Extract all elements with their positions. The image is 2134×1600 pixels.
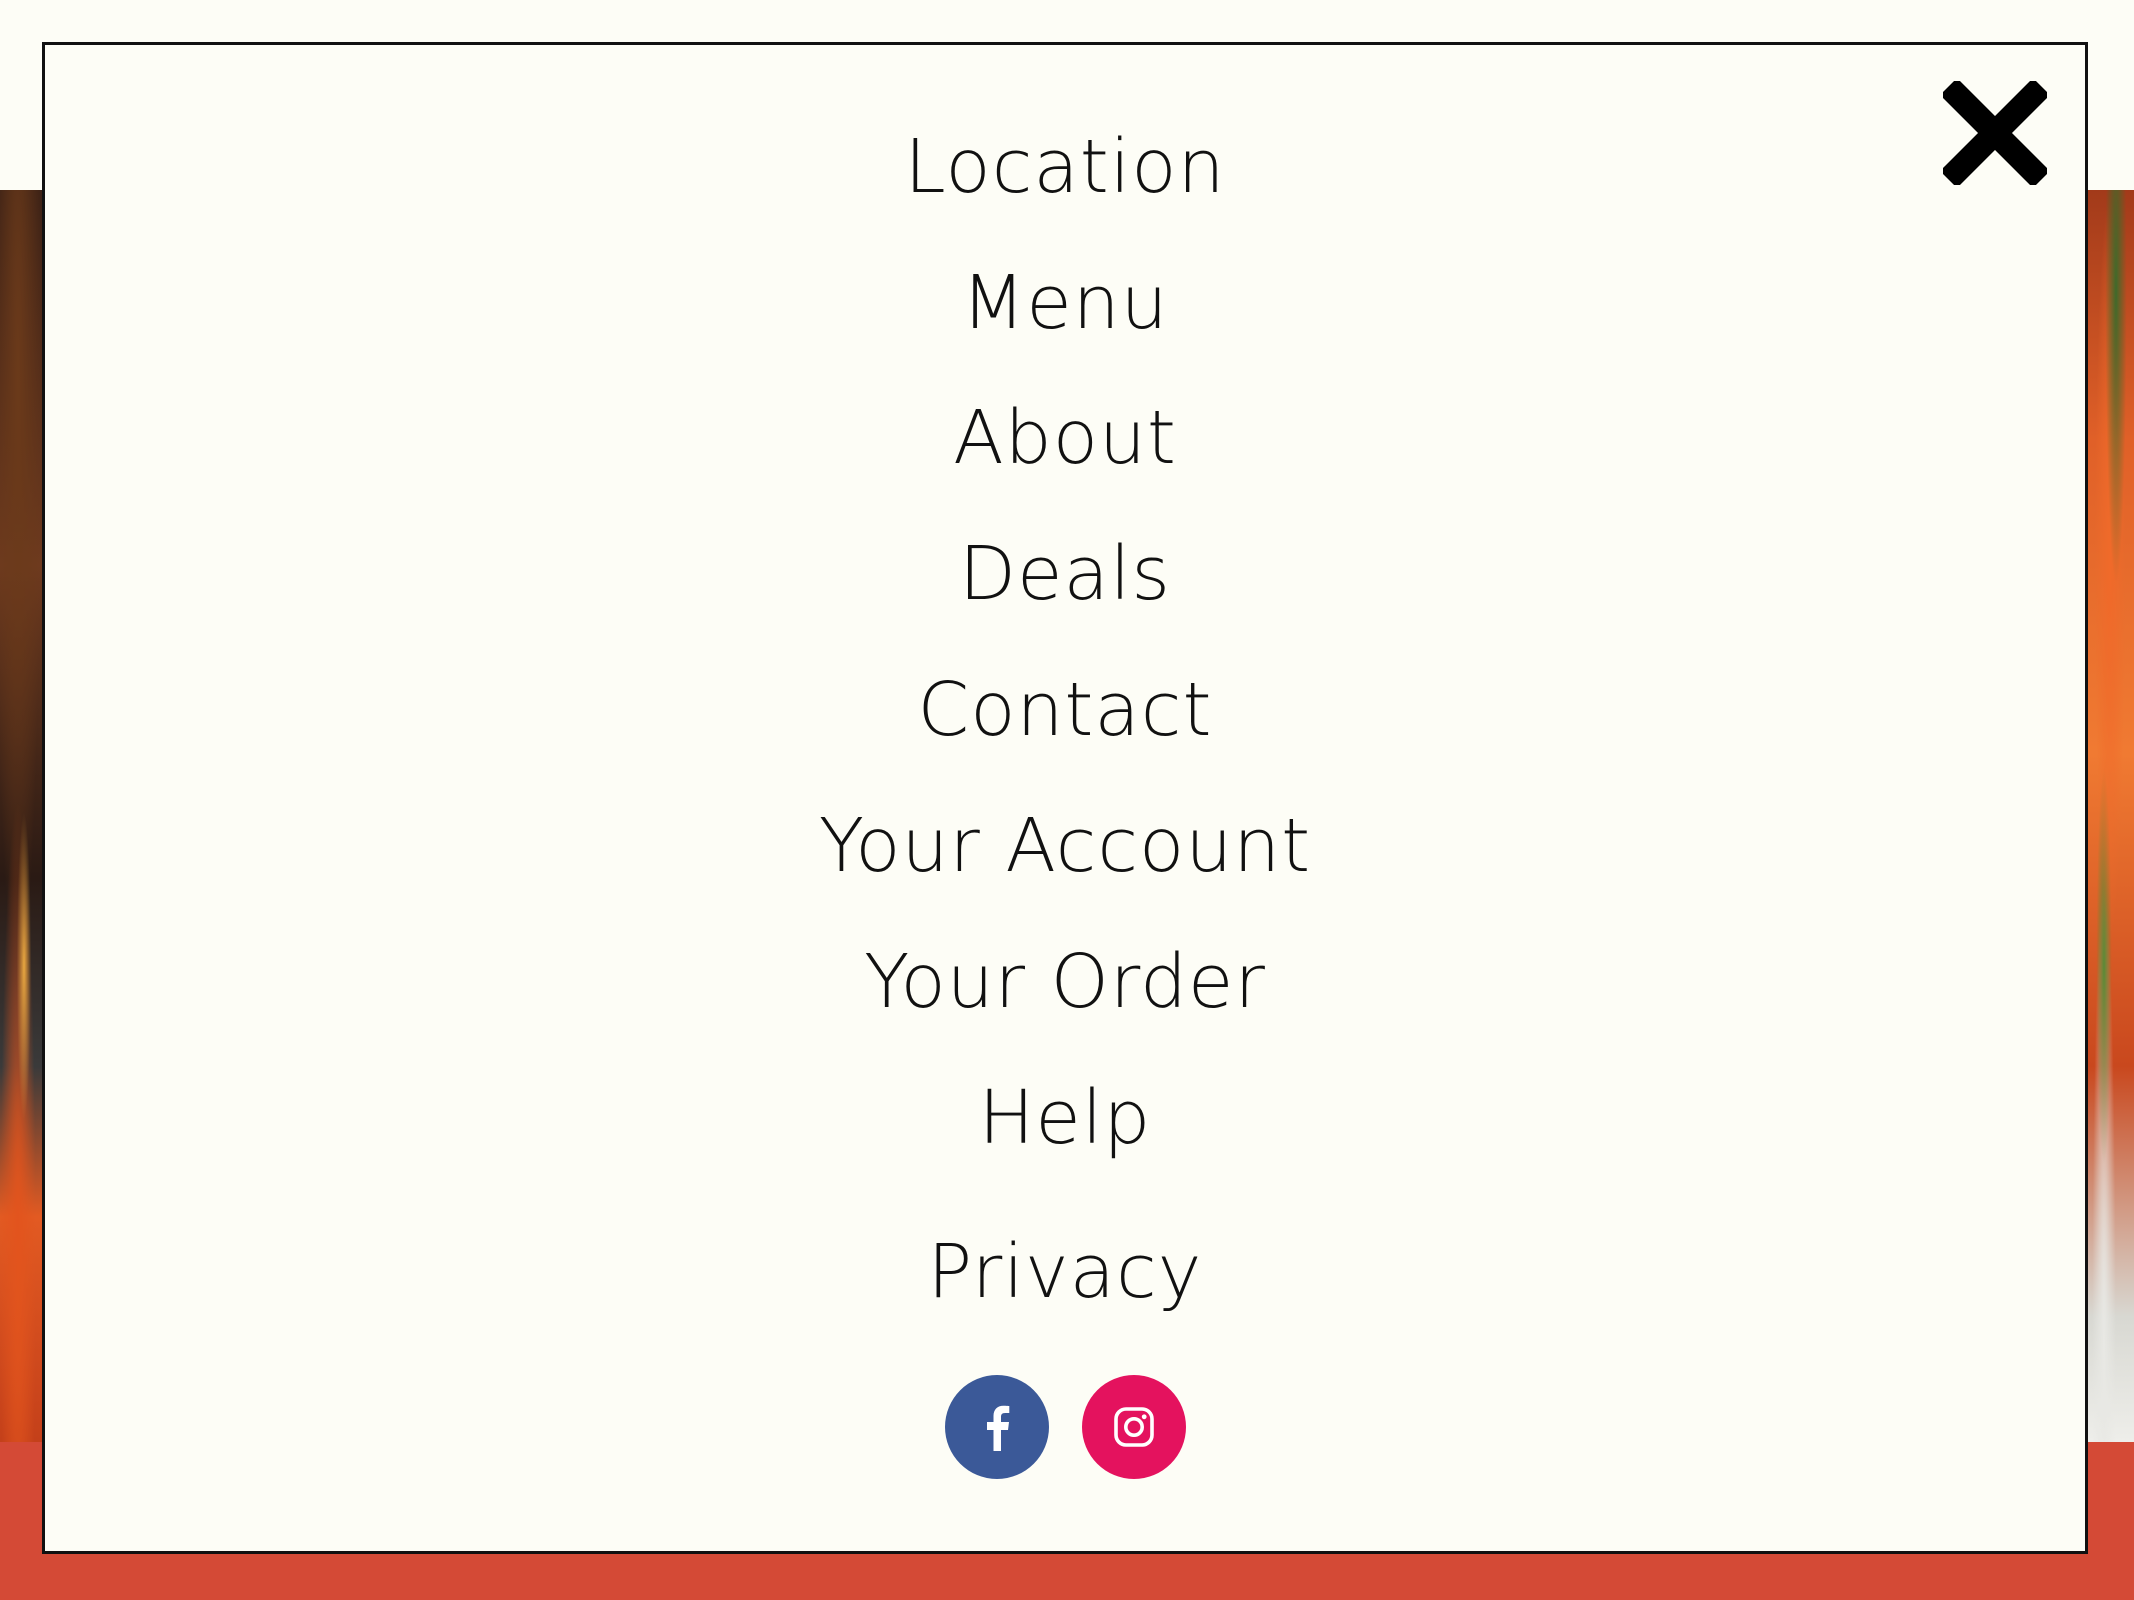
instagram-icon xyxy=(1113,1407,1154,1447)
nav-item-help[interactable]: Help xyxy=(45,1063,2085,1173)
navigation-menu-overlay: Location Menu About Deals Contact Your A… xyxy=(42,42,2088,1554)
nav-item-label: Contact xyxy=(917,667,1213,753)
social-links xyxy=(45,1375,2085,1479)
nav-item-label: Deals xyxy=(959,531,1171,617)
nav-item-about[interactable]: About xyxy=(45,383,2085,493)
nav-item-contact[interactable]: Contact xyxy=(45,655,2085,765)
nav-item-label: Location xyxy=(904,124,1226,210)
nav-item-label: Menu xyxy=(961,260,1169,346)
nav-item-deals[interactable]: Deals xyxy=(45,519,2085,629)
nav-item-label: Privacy xyxy=(927,1229,1203,1315)
nav-item-label: Help xyxy=(978,1075,1152,1161)
nav-item-label: Your Order xyxy=(864,939,1266,1025)
nav-item-your-account[interactable]: Your Account xyxy=(45,791,2085,901)
nav-item-your-order[interactable]: Your Order xyxy=(45,927,2085,1037)
facebook-button[interactable] xyxy=(944,1375,1049,1479)
nav-item-label: About xyxy=(953,395,1177,481)
facebook-icon xyxy=(986,1405,1009,1451)
nav-item-label: Your Account xyxy=(818,803,1312,889)
instagram-button[interactable] xyxy=(1081,1375,1186,1479)
nav-item-location[interactable]: Location xyxy=(45,112,2085,222)
nav-item-menu[interactable]: Menu xyxy=(45,248,2085,358)
nav-item-privacy[interactable]: Privacy xyxy=(45,1217,2085,1327)
